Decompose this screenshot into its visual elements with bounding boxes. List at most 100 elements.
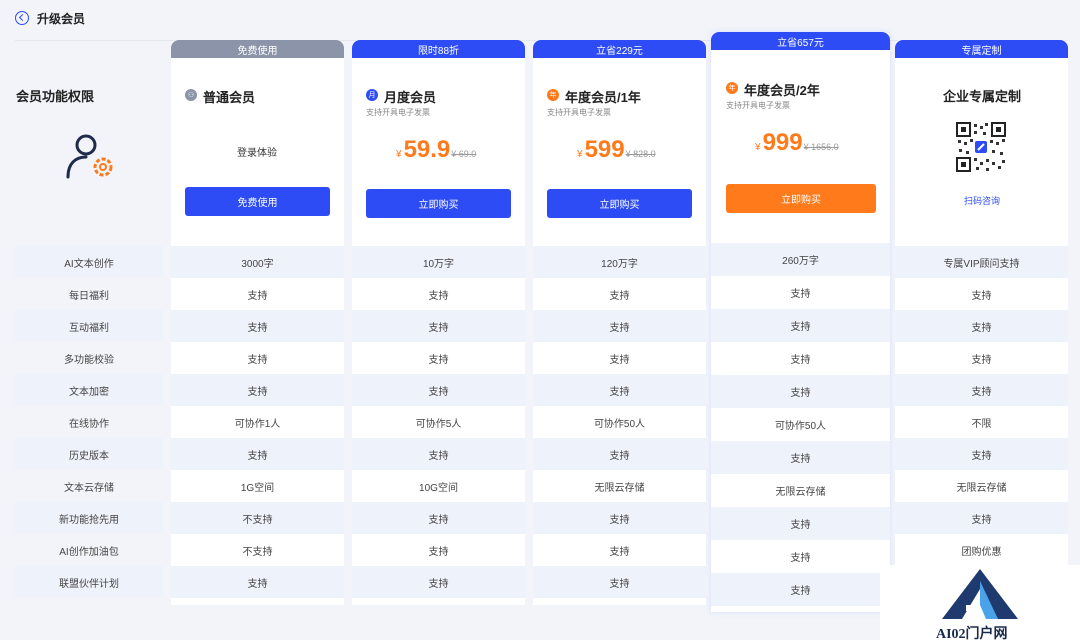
feature-row: 多功能校验 — [64, 354, 114, 366]
original-price: ¥ 69.0 — [451, 149, 477, 159]
price-value: 999 — [762, 129, 803, 156]
plan-card-yearly-1: 立省229元 年 年度会员/1年 支持开具电子发票 ¥ 599 ¥ 828.0 … — [533, 40, 706, 605]
value-cell: 无限云存储 — [594, 482, 645, 494]
original-price: ¥ 828.0 — [625, 149, 656, 159]
plan-tag: 立省229元 — [533, 40, 706, 58]
invoice-note: 支持开具电子发票 — [366, 108, 430, 117]
year-badge-icon: 年 — [726, 82, 738, 94]
plan-tag: 限时88折 — [352, 40, 525, 58]
plan-name: 年度会员/2年 — [744, 83, 820, 98]
plan-card-monthly: 限时88折 月 月度会员 支持开具电子发票 ¥ 59.9 ¥ 69.0 立即购买… — [352, 40, 525, 605]
buy-button[interactable]: 立即购买 — [547, 189, 692, 218]
value-cell: 支持 — [352, 566, 525, 598]
feature-row: 文本加密 — [15, 374, 163, 406]
value-cell: 支持 — [171, 310, 344, 342]
value-cell: 支持 — [533, 566, 706, 598]
watermark-text: AI02门户网 — [936, 627, 1008, 640]
value-cell: 可协作5人 — [415, 418, 462, 430]
value-cell: 可协作50人 — [593, 418, 646, 430]
price-value: 599 — [584, 136, 625, 163]
value-cell: 3000字 — [171, 246, 344, 278]
feature-row: AI文本创作 — [15, 246, 163, 278]
value-cell: 支持 — [171, 566, 344, 598]
value-cell: 支持 — [533, 374, 706, 406]
value-cell: 1G空间 — [240, 482, 275, 494]
value-cell: 支持 — [790, 289, 811, 300]
price: ¥ 59.9 ¥ 69.0 — [396, 136, 476, 164]
user-gear-icon — [66, 134, 113, 179]
free-use-button[interactable]: 免费使用 — [185, 187, 330, 216]
plan-tag: 专属定制 — [895, 40, 1068, 58]
plan-card-free: 免费使用 ⚇ 普通会员 登录体验 免费使用 3000字 支持 支持 支持 支持 … — [171, 40, 344, 605]
buy-button[interactable]: 立即购买 — [366, 189, 511, 218]
currency: ¥ — [396, 149, 402, 160]
value-cell: 无限云存储 — [956, 482, 1007, 494]
plan-tag: 免费使用 — [171, 40, 344, 58]
person-icon: ⚇ — [185, 89, 197, 101]
value-cell: 支持 — [895, 310, 1068, 342]
value-cell: 支持 — [790, 355, 811, 366]
plan-card-enterprise: 专属定制 企业专属定制 扫码咨询 专属VIP顾问支持 支持 支持 支持 支持 不… — [895, 40, 1068, 605]
value-cell: 支持 — [711, 507, 890, 540]
value-cell: 不限 — [971, 418, 992, 430]
value-cell: 可协作1人 — [234, 418, 281, 430]
feature-row: 在线协作 — [69, 418, 109, 430]
feature-row: 互动福利 — [15, 310, 163, 342]
value-cell: 支持 — [352, 374, 525, 406]
value-cell: 不支持 — [242, 546, 273, 558]
value-cell: 支持 — [971, 354, 992, 366]
value-cell: 支持 — [533, 310, 706, 342]
qr-code-icon — [956, 122, 1006, 172]
plan-tag: 立省657元 — [711, 32, 890, 50]
value-cell: 支持 — [895, 502, 1068, 534]
value-cell: 10万字 — [352, 246, 525, 278]
value-cell: 120万字 — [533, 246, 706, 278]
value-cell: 支持 — [609, 546, 630, 558]
price: ¥ 599 ¥ 828.0 — [577, 136, 656, 164]
value-cell: 260万字 — [711, 243, 890, 276]
value-cell: 支持 — [428, 354, 449, 366]
plan-name: 普通会员 — [203, 90, 256, 105]
value-cell: 支持 — [352, 438, 525, 470]
feature-row: 联盟伙伴计划 — [15, 566, 163, 598]
page-title: 升级会员 — [37, 12, 86, 26]
value-cell: 支持 — [609, 354, 630, 366]
value-cell: 支持 — [711, 309, 890, 342]
value-cell: 支持 — [711, 375, 890, 408]
value-cell: 支持 — [247, 354, 268, 366]
value-cell: 团购优惠 — [961, 546, 1002, 558]
value-cell: 支持 — [533, 438, 706, 470]
value-cell: 支持 — [352, 502, 525, 534]
buy-button[interactable]: 立即购买 — [726, 184, 876, 213]
watermark-logo-icon — [942, 569, 1018, 619]
feature-row: 每日福利 — [69, 290, 109, 302]
month-badge-icon: 月 — [366, 89, 378, 101]
feature-row: 文本云存储 — [64, 482, 114, 494]
back-arrow-icon[interactable] — [15, 11, 29, 25]
value-cell: 支持 — [171, 374, 344, 406]
plan-card-yearly-2: 立省657元 年 年度会员/2年 支持开具电子发票 ¥ 999 ¥ 1656.0… — [711, 32, 890, 612]
currency: ¥ — [577, 149, 583, 160]
value-cell: 可协作50人 — [774, 421, 827, 432]
scan-consult-link[interactable]: 扫码咨询 — [964, 194, 1000, 207]
plan-name: 月度会员 — [384, 90, 437, 105]
value-cell: 支持 — [533, 502, 706, 534]
plan-name: 年度会员/1年 — [565, 90, 641, 105]
value-cell: 支持 — [790, 553, 811, 564]
value-cell: 支持 — [895, 374, 1068, 406]
original-price: ¥ 1656.0 — [803, 142, 839, 152]
invoice-note: 支持开具电子发票 — [726, 101, 790, 110]
year-badge-icon: 年 — [547, 89, 559, 101]
value-cell: 支持 — [895, 438, 1068, 470]
invoice-note: 支持开具电子发票 — [547, 108, 611, 117]
login-trial-text: 登录体验 — [237, 148, 277, 159]
top-bar: 升级会员 — [0, 0, 1080, 40]
value-cell: 支持 — [711, 573, 890, 606]
value-cell: 支持 — [247, 290, 268, 302]
value-cell: 10G空间 — [419, 482, 458, 494]
value-cell: 支持 — [971, 290, 992, 302]
currency: ¥ — [755, 142, 761, 153]
plan-name: 企业专属定制 — [943, 89, 1022, 104]
value-cell: 支持 — [171, 438, 344, 470]
price: ¥ 999 ¥ 1656.0 — [755, 129, 839, 157]
